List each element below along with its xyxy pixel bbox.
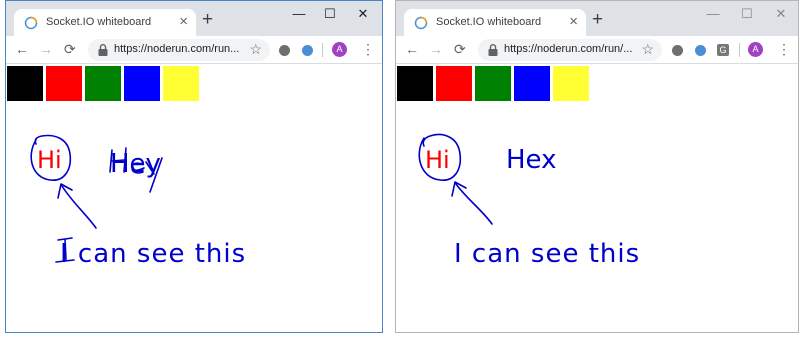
forward-button[interactable]: → <box>429 40 443 58</box>
browser-tab[interactable]: Socket.IO whiteboard × <box>404 9 586 36</box>
toolbar-divider <box>739 43 740 57</box>
browser-window-left: Socket.IO whiteboard × + — ☐ ✕ ← → ⟳ htt… <box>5 0 383 333</box>
drawing-word: Hex <box>506 145 556 175</box>
socketio-favicon-icon <box>414 16 428 30</box>
profile-avatar[interactable]: A <box>748 42 763 57</box>
reload-button[interactable]: ⟳ <box>454 40 466 58</box>
address-bar[interactable]: https://noderun.com/run/... ☆ <box>478 39 662 61</box>
arrow-shaft-stroke <box>61 185 97 229</box>
reload-button[interactable]: ⟳ <box>64 40 76 58</box>
whiteboard-page: Hi Hey I can see this <box>6 64 382 332</box>
close-window-button[interactable]: ✕ <box>770 6 792 22</box>
url-text: https://noderun.com/run/... <box>504 43 633 55</box>
drawing-circled-text: Hi <box>425 146 450 174</box>
drawing-caption: I can see this <box>454 239 640 269</box>
tab-close-icon[interactable]: × <box>179 13 188 31</box>
back-button[interactable]: ← <box>15 40 29 58</box>
new-tab-button[interactable]: + <box>202 10 213 30</box>
whiteboard-canvas[interactable]: Hi Hex I can see this <box>396 64 774 333</box>
url-text: https://noderun.com/run... <box>114 43 240 55</box>
lock-icon <box>98 44 108 56</box>
extension-g-icon[interactable]: G <box>717 44 729 56</box>
minimize-button[interactable]: — <box>702 6 724 22</box>
minimize-button[interactable]: — <box>288 6 310 22</box>
extension-blue-icon[interactable] <box>302 45 313 56</box>
tab-close-icon[interactable]: × <box>569 13 578 31</box>
back-button[interactable]: ← <box>405 40 419 58</box>
toolbar-divider <box>322 43 323 57</box>
bookmark-star-icon[interactable]: ☆ <box>641 41 654 58</box>
bookmark-star-icon[interactable]: ☆ <box>249 41 262 58</box>
arrow-shaft-stroke <box>455 183 493 225</box>
profile-avatar[interactable]: A <box>332 42 347 57</box>
drawing-circled-text: Hi <box>37 146 62 174</box>
browser-menu-button[interactable]: ⋮ <box>777 41 791 57</box>
address-bar[interactable]: https://noderun.com/run... ☆ <box>88 39 270 61</box>
browser-toolbar: ← → ⟳ https://noderun.com/run/... ☆ G A … <box>396 36 798 64</box>
extension-blue-icon[interactable] <box>695 45 706 56</box>
title-bar: Socket.IO whiteboard × + — ☐ ✕ <box>396 1 798 36</box>
new-tab-button[interactable]: + <box>592 10 603 30</box>
title-bar: Socket.IO whiteboard × + — ☐ ✕ <box>6 1 382 36</box>
tab-title: Socket.IO whiteboard <box>436 16 542 28</box>
whiteboard-canvas[interactable]: Hi Hey I can see this <box>6 64 383 333</box>
drawing-word: Hey <box>110 149 161 179</box>
close-window-button[interactable]: ✕ <box>352 6 374 22</box>
browser-window-right: Socket.IO whiteboard × + — ☐ ✕ ← → ⟳ htt… <box>395 0 799 333</box>
browser-toolbar: ← → ⟳ https://noderun.com/run... ☆ A ⋮ <box>6 36 382 64</box>
maximize-button[interactable]: ☐ <box>319 6 341 22</box>
extension-icon[interactable] <box>279 45 290 56</box>
socketio-favicon-icon <box>24 16 38 30</box>
forward-button[interactable]: → <box>39 40 53 58</box>
lock-icon <box>488 44 498 56</box>
tab-title: Socket.IO whiteboard <box>46 16 152 28</box>
browser-tab[interactable]: Socket.IO whiteboard × <box>14 9 196 36</box>
drawing-caption: I can see this <box>60 239 246 269</box>
maximize-button[interactable]: ☐ <box>736 6 758 22</box>
browser-menu-button[interactable]: ⋮ <box>361 41 375 57</box>
whiteboard-page: Hi Hex I can see this <box>396 64 798 332</box>
extension-icon[interactable] <box>672 45 683 56</box>
